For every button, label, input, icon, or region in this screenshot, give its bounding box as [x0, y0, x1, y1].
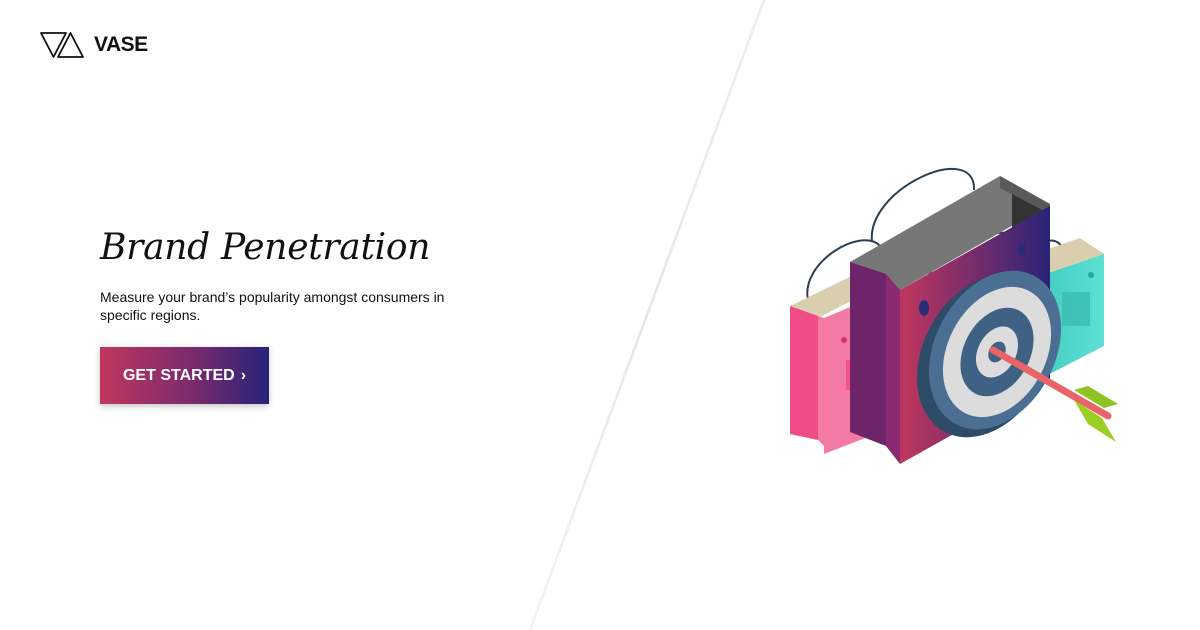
- shopping-bags-target-illustration: [790, 168, 1118, 464]
- hero-section: Brand Penetration Measure your brand’s p…: [100, 226, 500, 324]
- brand-logo-link[interactable]: VASE: [40, 30, 148, 60]
- brand-name: VASE: [94, 33, 148, 56]
- page-title: Brand Penetration: [100, 227, 431, 268]
- hero-description: Measure your brand’s popularity amongst …: [100, 289, 445, 323]
- vase-logo-icon: [40, 32, 84, 58]
- landing-page: VASE Brand Penetration Measure your bran…: [0, 0, 1200, 630]
- get-started-label: GET STARTED: [122, 366, 235, 384]
- chevron-right-icon: ›: [240, 366, 247, 384]
- get-started-button[interactable]: GET STARTED ›: [100, 347, 269, 404]
